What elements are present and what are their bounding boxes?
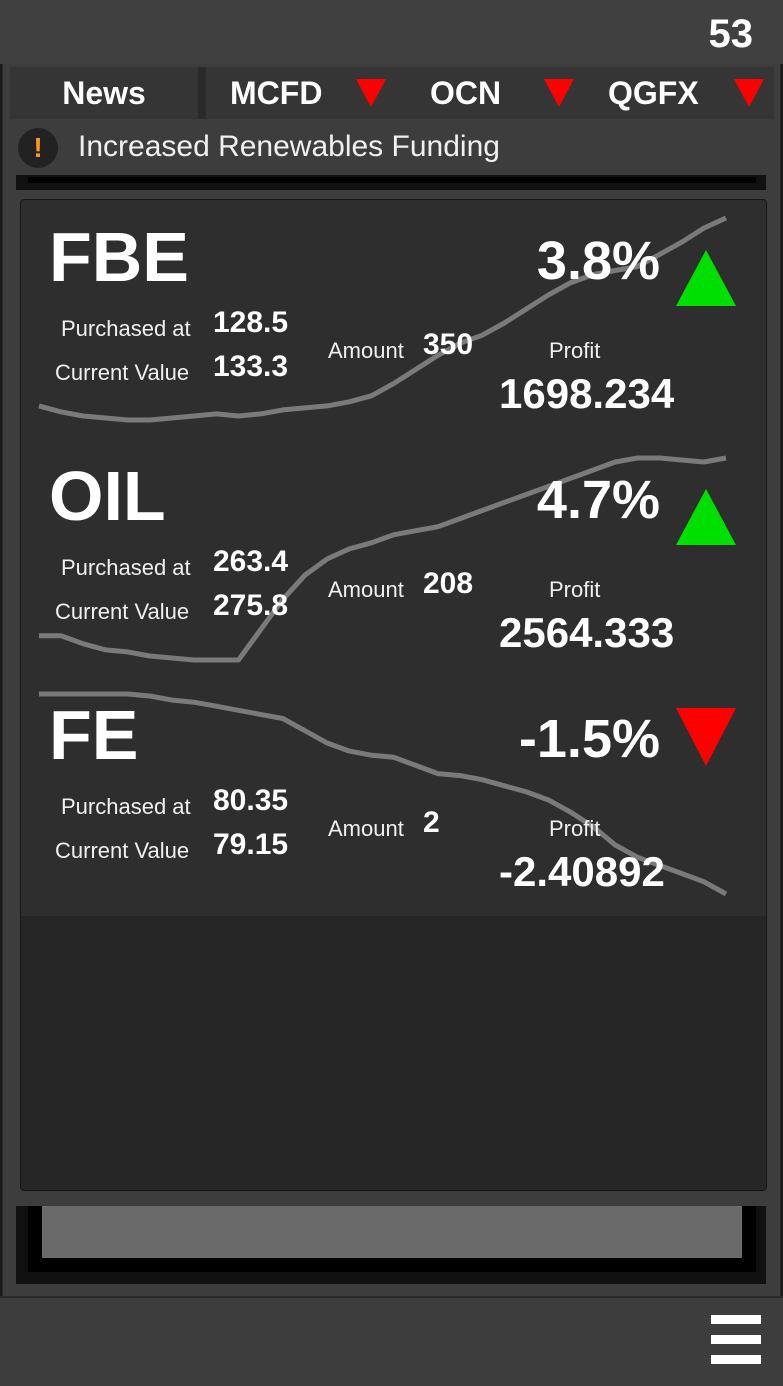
stock-card-oil[interactable]: OIL Purchased at 263.4 Current Value 275… bbox=[21, 439, 766, 677]
stock-symbol: OIL bbox=[49, 457, 166, 535]
stock-symbol: FE bbox=[49, 696, 139, 774]
amount-label: Amount bbox=[328, 577, 404, 602]
profit-label: Profit bbox=[549, 577, 601, 602]
amount-value: 208 bbox=[423, 567, 474, 600]
purchased-at-value: 80.35 bbox=[213, 784, 289, 817]
turn-counter: 53 bbox=[708, 12, 754, 56]
hamburger-menu-icon[interactable] bbox=[711, 1315, 761, 1365]
current-value-label: Current Value bbox=[55, 360, 190, 385]
purchased-at-label: Purchased at bbox=[61, 794, 191, 819]
ticker-ocn[interactable]: OCN bbox=[430, 75, 501, 112]
stock-card-fbe[interactable]: FBE Purchased at 128.5 Current Value 133… bbox=[21, 200, 766, 438]
trend-down-icon bbox=[676, 708, 736, 766]
amount-label: Amount bbox=[328, 338, 404, 363]
current-value-value: 275.8 bbox=[213, 589, 289, 622]
down-arrow-icon bbox=[356, 79, 386, 107]
current-value-value: 133.3 bbox=[213, 350, 289, 383]
down-arrow-icon bbox=[544, 79, 574, 107]
bottom-scroll-bar[interactable] bbox=[42, 1206, 742, 1258]
current-value-label: Current Value bbox=[55, 838, 190, 863]
change-percent: 3.8% bbox=[536, 231, 660, 291]
trend-up-icon bbox=[676, 250, 736, 306]
ticker-strip[interactable]: MCFD OCN QGFX bbox=[206, 67, 774, 119]
footer-bar bbox=[0, 1296, 783, 1386]
profit-label: Profit bbox=[549, 338, 601, 363]
profit-value: -2.40892 bbox=[499, 848, 665, 895]
change-percent: -1.5% bbox=[518, 709, 660, 769]
news-tab[interactable]: News bbox=[10, 67, 198, 119]
profit-label: Profit bbox=[549, 816, 601, 841]
purchased-at-label: Purchased at bbox=[61, 316, 191, 341]
profit-value: 1698.234 bbox=[499, 370, 675, 417]
stock-symbol: FBE bbox=[49, 218, 189, 296]
change-percent: 4.7% bbox=[536, 470, 660, 530]
current-value-value: 79.15 bbox=[213, 828, 289, 861]
ticker-mcfd[interactable]: MCFD bbox=[230, 75, 322, 112]
purchased-at-value: 263.4 bbox=[213, 545, 289, 578]
stock-card-fe[interactable]: FE Purchased at 80.35 Current Value 79.1… bbox=[21, 678, 766, 916]
slot-divider-inner bbox=[28, 177, 756, 183]
amount-label: Amount bbox=[328, 816, 404, 841]
ticker-qgfx[interactable]: QGFX bbox=[608, 75, 699, 112]
alert-icon: ! bbox=[18, 128, 58, 168]
portfolio-panel: FBE Purchased at 128.5 Current Value 133… bbox=[20, 199, 767, 1191]
trend-up-icon bbox=[676, 489, 736, 545]
current-value-label: Current Value bbox=[55, 599, 190, 624]
profit-value: 2564.333 bbox=[499, 609, 675, 656]
top-bar: 53 bbox=[0, 0, 783, 64]
purchased-at-value: 128.5 bbox=[213, 306, 289, 339]
purchased-at-label: Purchased at bbox=[61, 555, 191, 580]
amount-value: 350 bbox=[423, 328, 474, 361]
news-headline[interactable]: Increased Renewables Funding bbox=[78, 130, 500, 164]
down-arrow-icon bbox=[734, 79, 764, 107]
amount-value: 2 bbox=[423, 806, 440, 839]
